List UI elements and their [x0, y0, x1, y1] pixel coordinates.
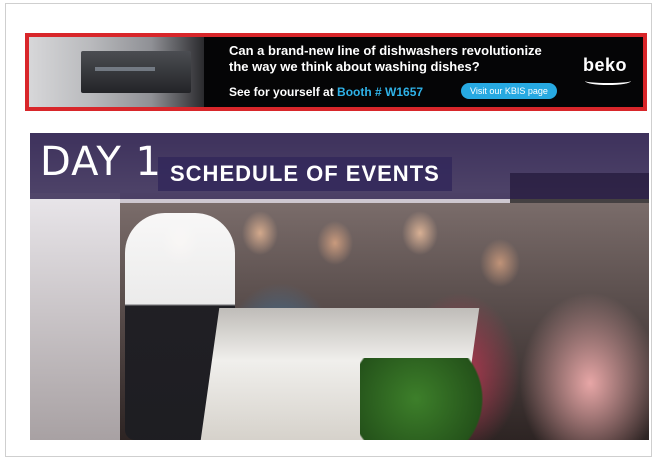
banner-headline: Can a brand-new line of dishwashers revo…: [229, 43, 569, 75]
schedule-title: SCHEDULE OF EVENTS: [158, 157, 452, 191]
title-band: DAY 1 SCHEDULE OF EVENTS: [30, 133, 649, 199]
visit-kbis-button[interactable]: Visit our KBIS page: [461, 83, 557, 99]
beko-logo-text: beko: [583, 55, 628, 75]
day-label: DAY 1: [40, 139, 162, 185]
dishwasher-image: [29, 37, 204, 107]
beko-swoosh-icon: [585, 77, 631, 85]
dishwasher-control-panel: [81, 51, 191, 93]
cta-prefix: See for yourself at: [229, 85, 338, 99]
banner-cta-text: See for yourself at Booth # W1657: [229, 85, 423, 99]
booth-number: Booth # W1657: [337, 85, 424, 99]
day1-hero-image[interactable]: DAY 1 SCHEDULE OF EVENTS: [30, 133, 649, 440]
banner-headline-line-1: Can a brand-new line of dishwashers revo…: [229, 43, 542, 58]
herb-plants: [360, 358, 500, 440]
advertisement-banner[interactable]: Can a brand-new line of dishwashers revo…: [25, 33, 647, 111]
banner-headline-line-2: the way we think about washing dishes?: [229, 59, 480, 74]
beko-logo: beko: [583, 55, 631, 85]
kitchen-display-left: [30, 193, 120, 440]
